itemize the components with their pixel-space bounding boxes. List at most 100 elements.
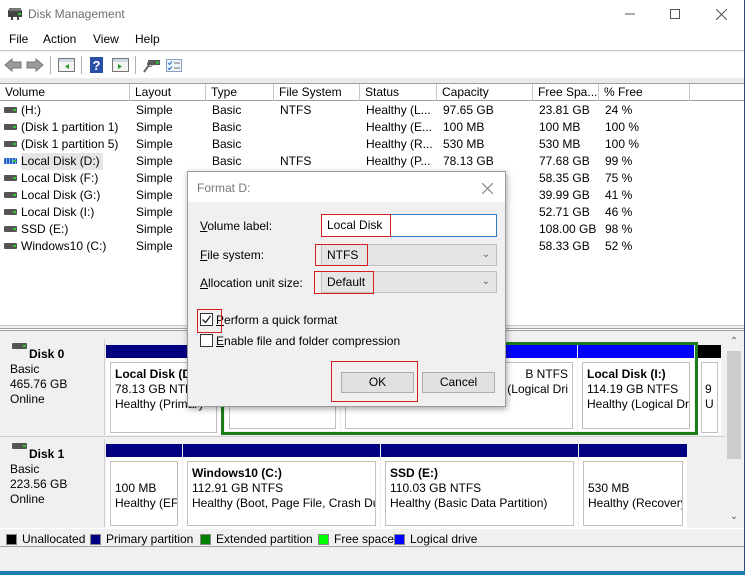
- partition-disk1-efi[interactable]: 100 MB Healthy (EFI: [106, 444, 182, 528]
- cell-free-space: 530 MB: [539, 137, 581, 151]
- cell-type: Basic: [212, 154, 242, 168]
- legend-swatch: [6, 533, 17, 545]
- partition-status: U: [705, 397, 714, 411]
- cell-status: Healthy (L...: [366, 103, 431, 117]
- partition-disk1-e[interactable]: SSD (E:) 110.03 GB NTFS Healthy (Basic D…: [381, 444, 578, 528]
- partition-title: [115, 466, 173, 481]
- disk-0-name: Disk 0: [29, 347, 65, 361]
- column-header-type[interactable]: Type: [206, 84, 274, 101]
- menu-help[interactable]: Help: [135, 32, 160, 46]
- drive-icon: [4, 243, 17, 249]
- cell-volume: Local Disk (G:): [21, 188, 101, 202]
- graphical-view-scrollbar[interactable]: ⌃ ⌄: [725, 333, 743, 528]
- disk-1-size: 223.56 GB: [10, 477, 68, 491]
- ok-button[interactable]: OK: [341, 372, 414, 393]
- file-system-select[interactable]: NTFS ⌄: [321, 244, 497, 266]
- legend-label: Free space: [334, 532, 395, 546]
- cell-free-space: 58.33 GB: [539, 239, 590, 253]
- show-hide-action-pane-icon: [111, 58, 129, 72]
- compression-checkbox[interactable]: [200, 334, 213, 347]
- partition-status: Healthy (Recovery: [588, 496, 683, 510]
- file-system-label: File system:: [200, 248, 265, 262]
- partition-size: 110.03 GB NTFS: [390, 481, 482, 495]
- cell-file-system: NTFS: [280, 154, 312, 168]
- cell-volume: SSD (E:): [21, 222, 69, 236]
- partition-disk0-i[interactable]: Local Disk (I:) 114.19 GB NTFS Healthy (…: [578, 345, 694, 431]
- cell-volume: (H:): [21, 103, 41, 117]
- cell-file-system: [280, 119, 360, 136]
- scrollbar-thumb[interactable]: [727, 351, 741, 459]
- menu-action[interactable]: Action: [43, 32, 76, 46]
- connect-disk-icon: [143, 60, 160, 73]
- table-row[interactable]: Local Disk (D:) Simple Basic NTFS Healthy (P…: [0, 153, 744, 170]
- show-hide-console-tree-button[interactable]: [56, 55, 76, 75]
- back-button[interactable]: [3, 55, 23, 75]
- partition-title: Windows10 (C:): [192, 466, 282, 480]
- quick-format-checkbox[interactable]: [200, 313, 213, 326]
- column-header-capacity[interactable]: Capacity: [437, 84, 533, 101]
- menu-file[interactable]: File: [9, 32, 28, 46]
- connect-disk-button[interactable]: [142, 55, 162, 75]
- partition-status: Healthy (Basic Data Partition): [390, 496, 548, 510]
- disk-0-size: 465.76 GB: [10, 377, 68, 391]
- cell-percent-free: 24 %: [605, 103, 633, 117]
- minimize-button[interactable]: [607, 0, 653, 28]
- column-header-free-space[interactable]: Free Spa...: [533, 84, 599, 101]
- svg-text:?: ?: [92, 58, 100, 73]
- cancel-button[interactable]: Cancel: [422, 372, 495, 393]
- drive-icon: [4, 124, 17, 130]
- partition-box: Local Disk (I:) 114.19 GB NTFS Healthy (…: [582, 362, 690, 429]
- help-button[interactable]: ?: [88, 55, 104, 75]
- menu-bar: File Action View Help: [0, 28, 744, 51]
- partition-size: 114.19 GB NTFS: [587, 382, 679, 396]
- column-header-file-system[interactable]: File System: [274, 84, 360, 101]
- close-button[interactable]: [698, 0, 744, 28]
- cell-type: Basic: [212, 103, 242, 117]
- toolbar-separator: [135, 56, 136, 74]
- cell-free-space: 39.99 GB: [539, 188, 590, 202]
- partition-disk1-c[interactable]: Windows10 (C:) 112.91 GB NTFS Healthy (B…: [183, 444, 380, 528]
- cell-layout: Simple: [136, 120, 173, 134]
- scroll-up-icon[interactable]: ⌃: [728, 336, 740, 350]
- dialog-close-button[interactable]: [477, 178, 497, 198]
- scroll-down-icon[interactable]: ⌄: [728, 511, 740, 525]
- quick-format-label[interactable]: Perform a quick format: [216, 313, 337, 327]
- column-header-layout[interactable]: Layout: [130, 84, 206, 101]
- maximize-button[interactable]: [652, 0, 698, 28]
- legend: Unallocated Primary partition Extended p…: [0, 528, 744, 547]
- cell-file-system: [280, 136, 360, 153]
- legend-item-extended: Extended partition: [200, 532, 313, 546]
- disk-0-info[interactable]: Disk 0 Basic 465.76 GB Online: [5, 339, 105, 435]
- dialog-title: Format D:: [197, 181, 251, 195]
- menu-view[interactable]: View: [93, 32, 119, 46]
- table-row[interactable]: (Disk 1 partition 1) Simple Basic Healthy (…: [0, 119, 744, 136]
- cell-volume: Local Disk (I:): [21, 205, 95, 219]
- column-header-volume[interactable]: Volume: [0, 84, 130, 101]
- allocation-unit-select[interactable]: Default ⌄: [321, 271, 497, 293]
- minimize-icon: [625, 13, 635, 15]
- disk-icon: [12, 343, 27, 349]
- legend-item-primary: Primary partition: [90, 532, 193, 546]
- compression-label[interactable]: Enable file and folder compression: [216, 334, 400, 348]
- checkmark-icon: [202, 315, 212, 324]
- legend-item-free-space: Free space: [318, 532, 394, 546]
- partition-disk1-recovery[interactable]: 530 MB Healthy (Recovery: [579, 444, 687, 528]
- disk-1-info[interactable]: Disk 1 Basic 223.56 GB Online: [5, 439, 105, 527]
- partition-disk0-unallocated[interactable]: 9 U: [698, 345, 721, 435]
- table-row[interactable]: (H:) Simple Basic NTFS Healthy (L... 97.65 GB…: [0, 102, 744, 119]
- column-header-percent-free[interactable]: % Free: [599, 84, 690, 101]
- forward-arrow-icon: [26, 58, 44, 72]
- partition-box: 100 MB Healthy (EFI: [110, 461, 178, 526]
- column-header-status[interactable]: Status: [360, 84, 437, 101]
- cell-capacity: 100 MB: [443, 120, 485, 134]
- forward-button[interactable]: [25, 55, 45, 75]
- cell-status: Healthy (P...: [366, 154, 431, 168]
- properties-button[interactable]: [164, 55, 184, 75]
- chevron-down-icon: ⌄: [481, 276, 490, 287]
- drive-icon: [4, 192, 17, 198]
- show-hide-action-pane-button[interactable]: [110, 55, 130, 75]
- format-dialog: Format D: Volume label: Local Disk File …: [187, 171, 506, 407]
- volume-label-input[interactable]: Local Disk: [321, 214, 497, 237]
- table-row[interactable]: (Disk 1 partition 5) Simple Basic Healthy (…: [0, 136, 744, 153]
- partition-size: 530 MB: [588, 481, 630, 495]
